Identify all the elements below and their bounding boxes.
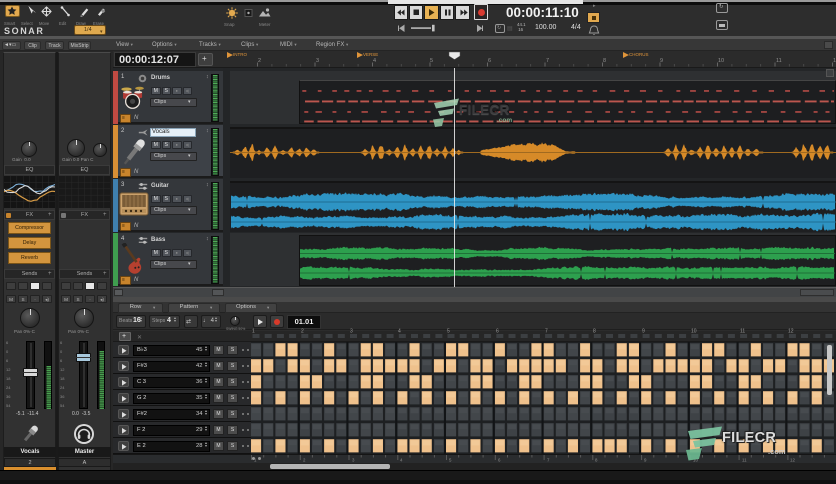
- svg-text:6: 6: [498, 458, 501, 463]
- svg-text:9: 9: [644, 458, 647, 463]
- svg-text:11: 11: [742, 458, 747, 463]
- svg-text:7: 7: [547, 458, 550, 463]
- svg-text:12: 12: [790, 458, 795, 463]
- svg-text:2: 2: [303, 458, 306, 463]
- svg-text:4: 4: [400, 458, 403, 463]
- svg-text:8: 8: [595, 458, 598, 463]
- svg-text:3: 3: [352, 458, 355, 463]
- svg-text:5: 5: [449, 458, 452, 463]
